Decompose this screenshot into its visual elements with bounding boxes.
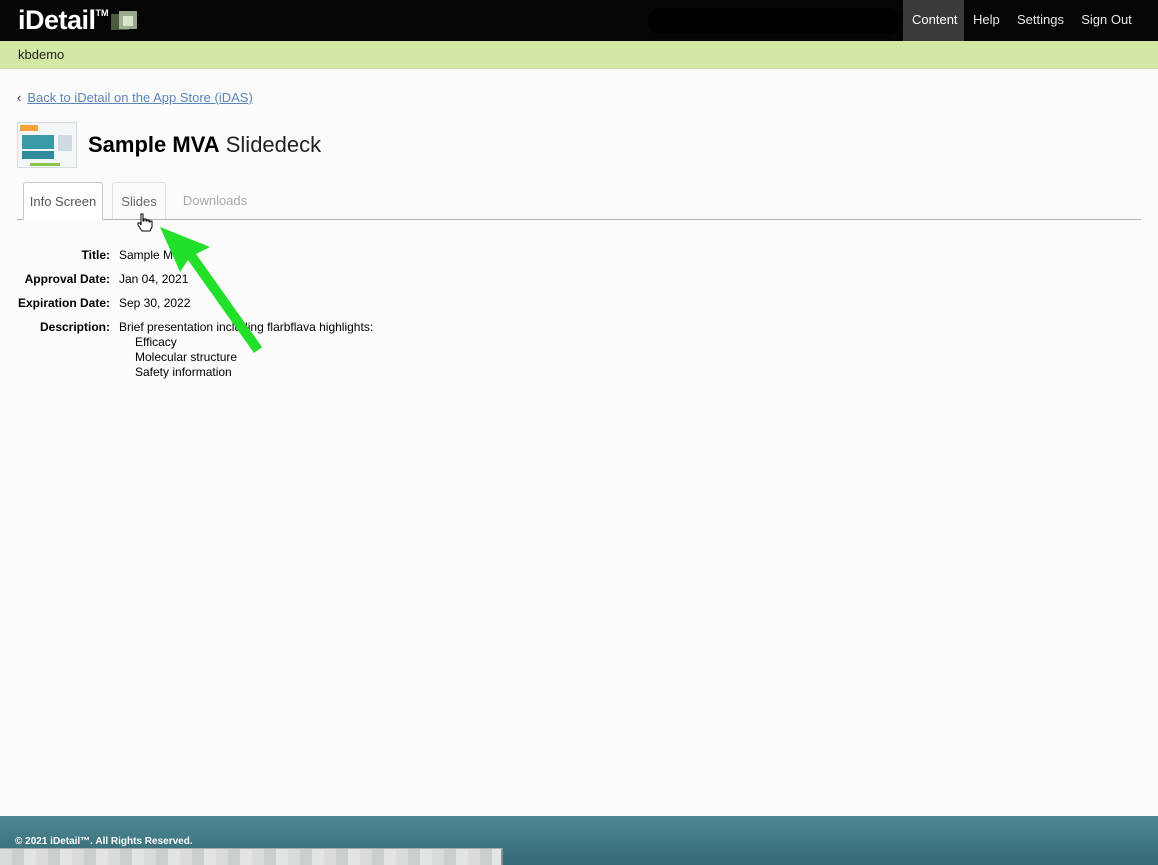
- approval-date-label: Approval Date:: [24, 272, 110, 286]
- idetail-logo[interactable]: iDetail TM: [18, 5, 139, 35]
- redacted-area: [0, 848, 503, 865]
- tab-downloads[interactable]: Downloads: [176, 182, 254, 220]
- username: kbdemo: [18, 47, 65, 62]
- breadcrumb: ‹ Back to iDetail on the App Store (iDAS…: [17, 90, 253, 105]
- page-title: Sample MVA Slidedeck: [88, 132, 321, 158]
- logo-squares-icon: [110, 11, 139, 33]
- nav-settings[interactable]: Settings: [1008, 0, 1070, 41]
- list-item: Safety information: [135, 365, 232, 379]
- footer: © 2021 iDetail™. All Rights Reserved.: [0, 816, 1158, 865]
- title-type: Slidedeck: [225, 132, 322, 157]
- logo-trademark: TM: [95, 8, 109, 18]
- slidedeck-thumbnail: [17, 122, 77, 168]
- tab-info-screen[interactable]: Info Screen: [23, 182, 103, 220]
- green-arrow-annotation: [160, 227, 262, 353]
- nav-help[interactable]: Help: [964, 0, 1008, 41]
- nav-content[interactable]: Content: [903, 0, 964, 41]
- redacted-field: [648, 8, 900, 34]
- nav-sign-out[interactable]: Sign Out: [1070, 0, 1143, 41]
- expiration-date-label: Expiration Date:: [17, 296, 110, 310]
- title-label: Title:: [81, 248, 110, 262]
- copyright-text: © 2021 iDetail™. All Rights Reserved.: [15, 836, 193, 847]
- back-to-app-store-link[interactable]: Back to iDetail on the App Store (iDAS): [27, 90, 252, 105]
- hand-pointer-cursor-icon: [137, 213, 153, 232]
- top-navigation-bar: iDetail TM Content Help Settings Sign Ou…: [0, 0, 1158, 41]
- logo-text: iDetail: [18, 5, 96, 35]
- description-label: Description:: [39, 320, 110, 334]
- user-bar: kbdemo: [0, 41, 1158, 69]
- title-name: Sample MVA: [88, 132, 220, 157]
- chevron-left-icon: ‹: [17, 90, 22, 105]
- main-nav: Content Help Settings Sign Out: [903, 0, 1158, 41]
